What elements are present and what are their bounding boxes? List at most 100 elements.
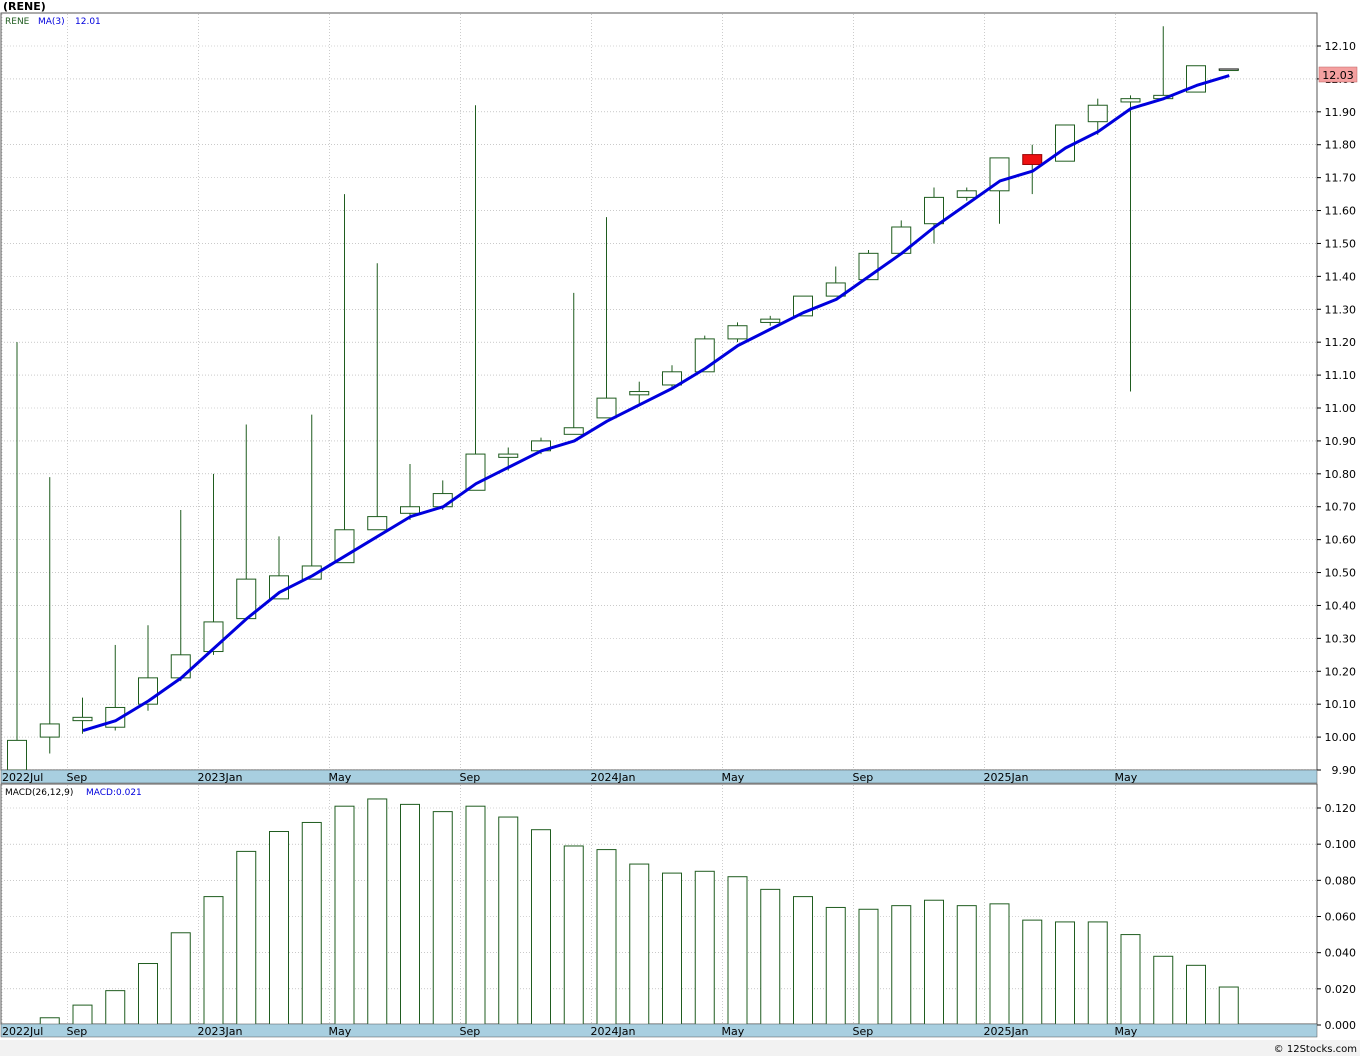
macd-bar [989, 903, 1010, 1026]
price-tick-label: 10.10 [1325, 698, 1357, 711]
candle [694, 335, 715, 373]
candle-body [1022, 154, 1043, 165]
date-label: Sep [460, 771, 481, 784]
price-legend: RENE MA(3) 12.01 [5, 17, 101, 27]
macd-bar [694, 870, 715, 1026]
candle-body [367, 516, 388, 531]
price-tick-label: 11.10 [1325, 369, 1357, 382]
macd-bar [1055, 921, 1075, 1026]
footer-bar [0, 1040, 1360, 1056]
macd-tick-label: 0.120 [1325, 802, 1357, 815]
date-label: 2025Jan [984, 771, 1029, 784]
date-label: 2023Jan [198, 771, 243, 784]
macd-bar [170, 932, 191, 1026]
macd-bar [1218, 986, 1239, 1026]
candle-body [7, 739, 27, 771]
price-tick-label: 11.00 [1325, 402, 1357, 415]
macd-bar [465, 805, 486, 1026]
price-tick-label: 11.60 [1325, 205, 1357, 218]
macd-bar [367, 798, 388, 1026]
candle-body [39, 723, 60, 738]
price-tick-label: 9.90 [1332, 764, 1357, 777]
macd-bar [1153, 955, 1174, 1026]
macd-bar [924, 899, 944, 1026]
legend-symbol: RENE [5, 17, 30, 27]
candle-body [1055, 124, 1075, 162]
macd-bar [334, 805, 355, 1026]
date-label: 2023Jan [198, 1025, 243, 1038]
price-tick-label: 10.90 [1325, 435, 1357, 448]
macd-tick-label: 0.060 [1325, 911, 1357, 924]
price-tick-label: 10.50 [1325, 567, 1357, 580]
date-label: Sep [460, 1025, 481, 1038]
date-label: May [722, 1025, 745, 1038]
price-tick-label: 10.00 [1325, 731, 1357, 744]
macd-bar [301, 821, 322, 1026]
price-tick-label: 10.70 [1325, 501, 1357, 514]
date-label: May [1115, 1025, 1138, 1038]
date-label: Sep [67, 771, 88, 784]
date-label: May [1115, 771, 1138, 784]
candle-body [269, 575, 289, 600]
macd-bar [203, 896, 224, 1026]
macd-value-label: MACD:0.021 [86, 788, 142, 798]
price-tick-label: 11.30 [1325, 303, 1357, 316]
price-tick-label: 10.20 [1325, 665, 1357, 678]
macd-bar [956, 905, 977, 1026]
date-label: Sep [67, 1025, 88, 1038]
date-label: Sep [853, 1025, 874, 1038]
macd-tick-label: 0.080 [1325, 874, 1357, 887]
macd-bar [1186, 964, 1206, 1026]
macd-bar [629, 863, 650, 1026]
candle-body [694, 338, 715, 373]
macd-tick-label: 0.040 [1325, 947, 1357, 960]
date-label: 2022Jul [2, 771, 43, 784]
macd-tick-label: 0.000 [1325, 1019, 1357, 1032]
macd-bar [891, 905, 912, 1026]
candle-body [432, 493, 453, 508]
price-tick-label: 11.20 [1325, 336, 1357, 349]
candle-body [498, 453, 519, 458]
macd-bar [563, 845, 584, 1026]
macd-bar [432, 811, 453, 1026]
stock-chart: (RENE) RENE MA(3) 12.01 12.1012.0011.901… [0, 0, 1360, 1056]
macd-tick-label: 0.100 [1325, 838, 1357, 851]
macd-bar [1022, 919, 1043, 1026]
price-tick-label: 11.90 [1325, 106, 1357, 119]
date-label: 2024Jan [591, 1025, 636, 1038]
price-tick-label: 10.60 [1325, 534, 1357, 547]
date-label: 2022Jul [2, 1025, 43, 1038]
macd-bar [72, 1004, 93, 1026]
macd-bar [531, 829, 551, 1026]
footer-credit: © 12Stocks.com [1274, 1044, 1357, 1055]
price-tick-label: 10.30 [1325, 632, 1357, 645]
legend-ma-value: 12.01 [75, 17, 101, 27]
macd-bar [236, 850, 257, 1026]
candle-body [563, 427, 584, 435]
macd-bar [858, 908, 879, 1026]
price-tick-label: 11.70 [1325, 172, 1357, 185]
macd-bar [596, 849, 617, 1026]
macd-bar [498, 816, 519, 1026]
price-tick-label: 10.80 [1325, 468, 1357, 481]
candle-body [760, 318, 781, 323]
macd-bar [825, 906, 846, 1026]
date-label: 2024Jan [591, 771, 636, 784]
macd-bar [793, 896, 813, 1026]
candle [1055, 124, 1075, 162]
price-tick-label: 11.50 [1325, 237, 1357, 250]
candle-body [924, 196, 944, 225]
chart-canvas: (RENE) RENE MA(3) 12.01 12.1012.0011.901… [0, 0, 1360, 1056]
candle-body [170, 654, 191, 679]
last-price-label: 12.03 [1322, 69, 1354, 82]
date-label: Sep [853, 771, 874, 784]
macd-bar [760, 888, 781, 1026]
macd-bar [1087, 921, 1108, 1026]
price-tick-label: 11.40 [1325, 270, 1357, 283]
candle-body [400, 506, 420, 514]
candle-body [956, 190, 977, 198]
macd-bar [662, 872, 682, 1026]
date-label: May [329, 771, 352, 784]
macd-bar [400, 803, 420, 1026]
macd-bar [269, 831, 289, 1026]
